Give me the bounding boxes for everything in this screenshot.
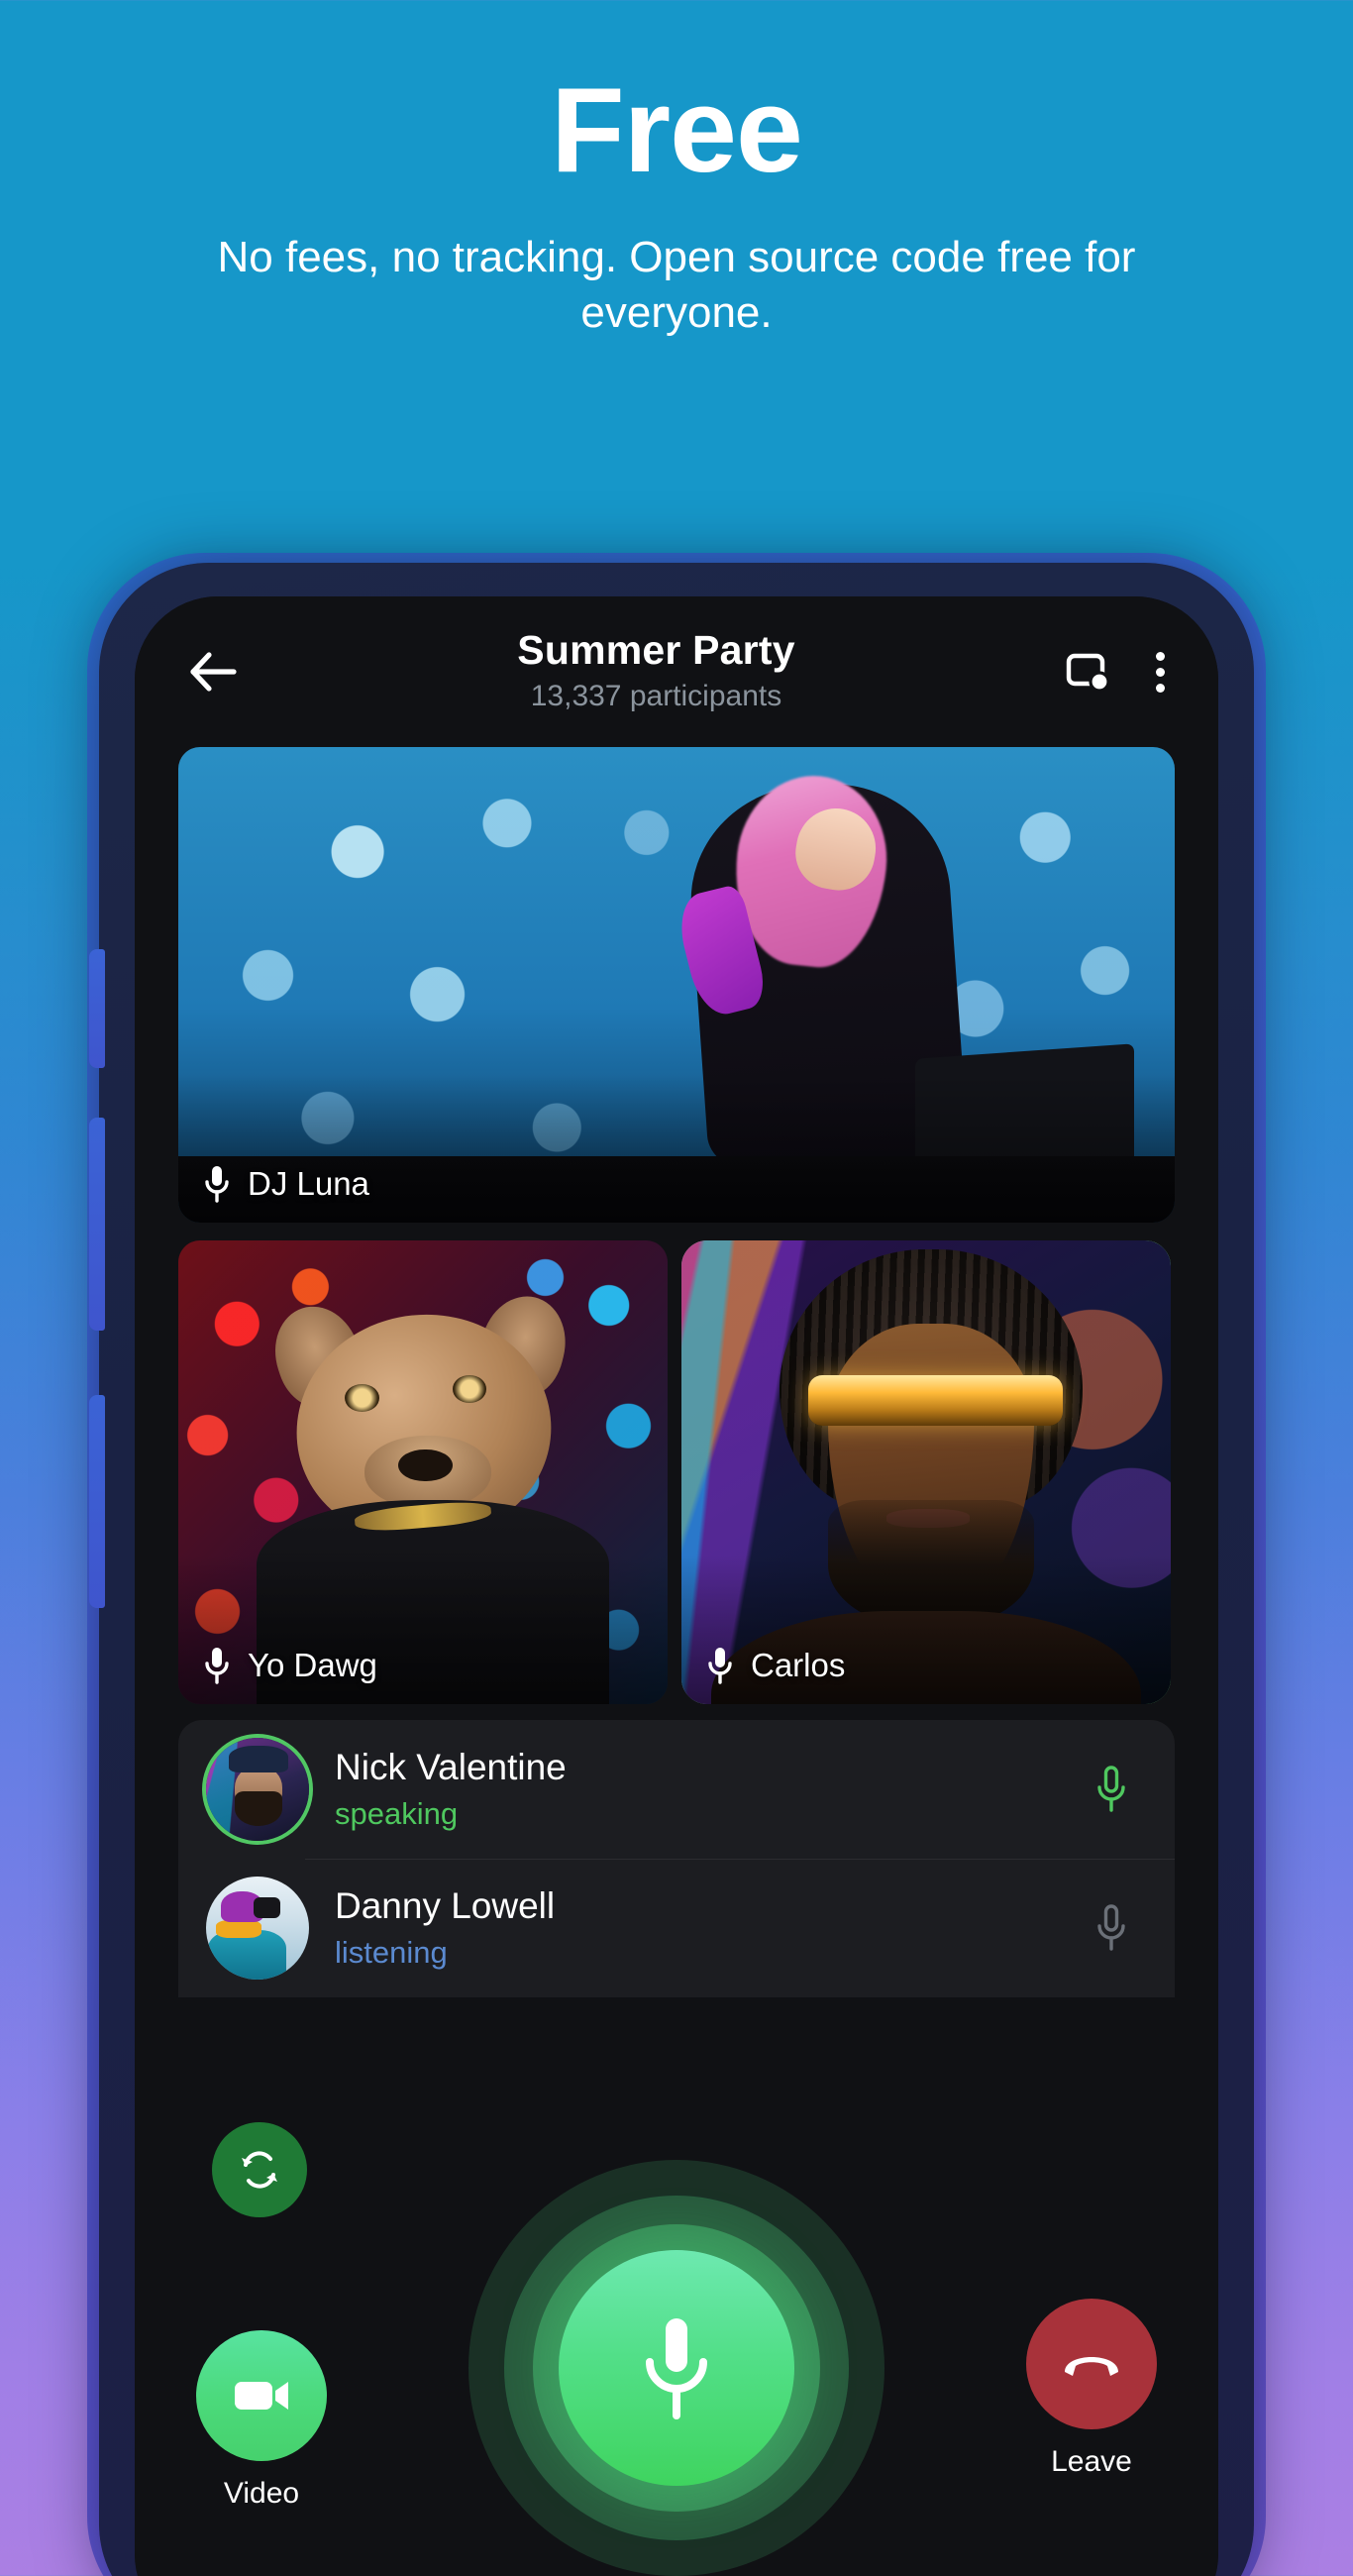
screen-share-button[interactable]	[1065, 650, 1112, 694]
flip-camera-control	[212, 2122, 307, 2217]
microphone-icon	[1093, 1902, 1129, 1954]
list-item[interactable]: Danny Lowell listening	[178, 1859, 1175, 1997]
mic-control	[468, 2160, 885, 2576]
video-tile-yo-dawg[interactable]: Yo Dawg	[178, 1240, 668, 1704]
tile-name: Yo Dawg	[248, 1647, 377, 1683]
promo-subtitle: No fees, no tracking. Open source code f…	[217, 233, 1136, 338]
participant-name: Nick Valentine	[335, 1747, 567, 1788]
avatar	[206, 1877, 309, 1980]
video-tile-dj-luna[interactable]: DJ Luna	[178, 747, 1175, 1223]
app-header: Summer Party 13,337 participants	[135, 596, 1218, 747]
screen-share-icon	[1065, 650, 1112, 694]
participant-info: Nick Valentine speaking	[335, 1747, 1068, 1832]
phone-mockup: Summer Party 13,337 participants DJ Luna…	[87, 553, 1266, 2576]
page-title: Free	[551, 62, 803, 197]
arrow-left-icon	[187, 649, 239, 695]
header-titles: Summer Party 13,337 participants	[248, 627, 1065, 717]
leave-control: Leave	[1026, 2299, 1157, 2479]
phone-side-button-mute[interactable]	[89, 949, 105, 1068]
participant-name: Danny Lowell	[335, 1885, 556, 1927]
video-camera-icon	[231, 2374, 292, 2417]
participant-count: 13,337 participants	[530, 679, 782, 712]
overflow-menu-button[interactable]	[1146, 648, 1175, 697]
video-control-label: Video	[223, 2477, 300, 2510]
microphone-icon	[202, 1645, 232, 1686]
list-item[interactable]: Nick Valentine speaking	[178, 1720, 1175, 1859]
microphone-icon	[1093, 1764, 1129, 1815]
phone-side-button-volume-down[interactable]	[89, 1395, 105, 1608]
microphone-icon	[202, 1163, 232, 1205]
participant-info: Danny Lowell listening	[335, 1885, 1068, 1971]
participant-mic-indicator[interactable]	[1093, 1902, 1147, 1954]
phone-body: Summer Party 13,337 participants DJ Luna…	[89, 563, 1254, 2576]
tile-name: Carlos	[751, 1647, 846, 1683]
video-toggle-button[interactable]	[196, 2330, 327, 2461]
participant-status: listening	[335, 1934, 448, 1970]
tile-label: DJ Luna	[202, 1163, 369, 1205]
participant-status: speaking	[335, 1795, 459, 1831]
back-button[interactable]	[178, 649, 248, 695]
tile-label: Yo Dawg	[202, 1645, 377, 1686]
phone-screen: Summer Party 13,337 participants DJ Luna…	[135, 596, 1218, 2576]
leave-call-button[interactable]	[1026, 2299, 1157, 2429]
flip-camera-icon	[233, 2143, 286, 2197]
more-vertical-icon	[1156, 651, 1165, 693]
participant-mic-indicator[interactable]	[1093, 1764, 1147, 1815]
phone-side-button-volume-up[interactable]	[89, 1118, 105, 1331]
video-tile-carlos[interactable]: Carlos	[681, 1240, 1171, 1704]
header-actions	[1065, 648, 1175, 697]
tile-label: Carlos	[705, 1645, 845, 1686]
microphone-icon	[705, 1645, 735, 1686]
flip-camera-button[interactable]	[212, 2122, 307, 2217]
participant-list: Nick Valentine speaking Danny Lowell lis…	[178, 1720, 1175, 1997]
tile-name: DJ Luna	[248, 1165, 369, 1202]
video-tile-row: Yo Dawg Carlos	[178, 1240, 1175, 1704]
call-controls: Video Leave	[135, 2122, 1218, 2576]
phone-hangup-icon	[1059, 2342, 1124, 2386]
video-control: Video	[196, 2330, 327, 2511]
mic-toggle-button[interactable]	[559, 2250, 794, 2486]
call-title: Summer Party	[517, 626, 795, 673]
leave-control-label: Leave	[1051, 2445, 1132, 2478]
promo-header: Free No fees, no tracking. Open source c…	[0, 0, 1353, 342]
avatar	[206, 1738, 309, 1841]
video-grid: DJ Luna Yo Dawg Carlos	[135, 747, 1218, 1704]
microphone-icon	[636, 2310, 717, 2425]
